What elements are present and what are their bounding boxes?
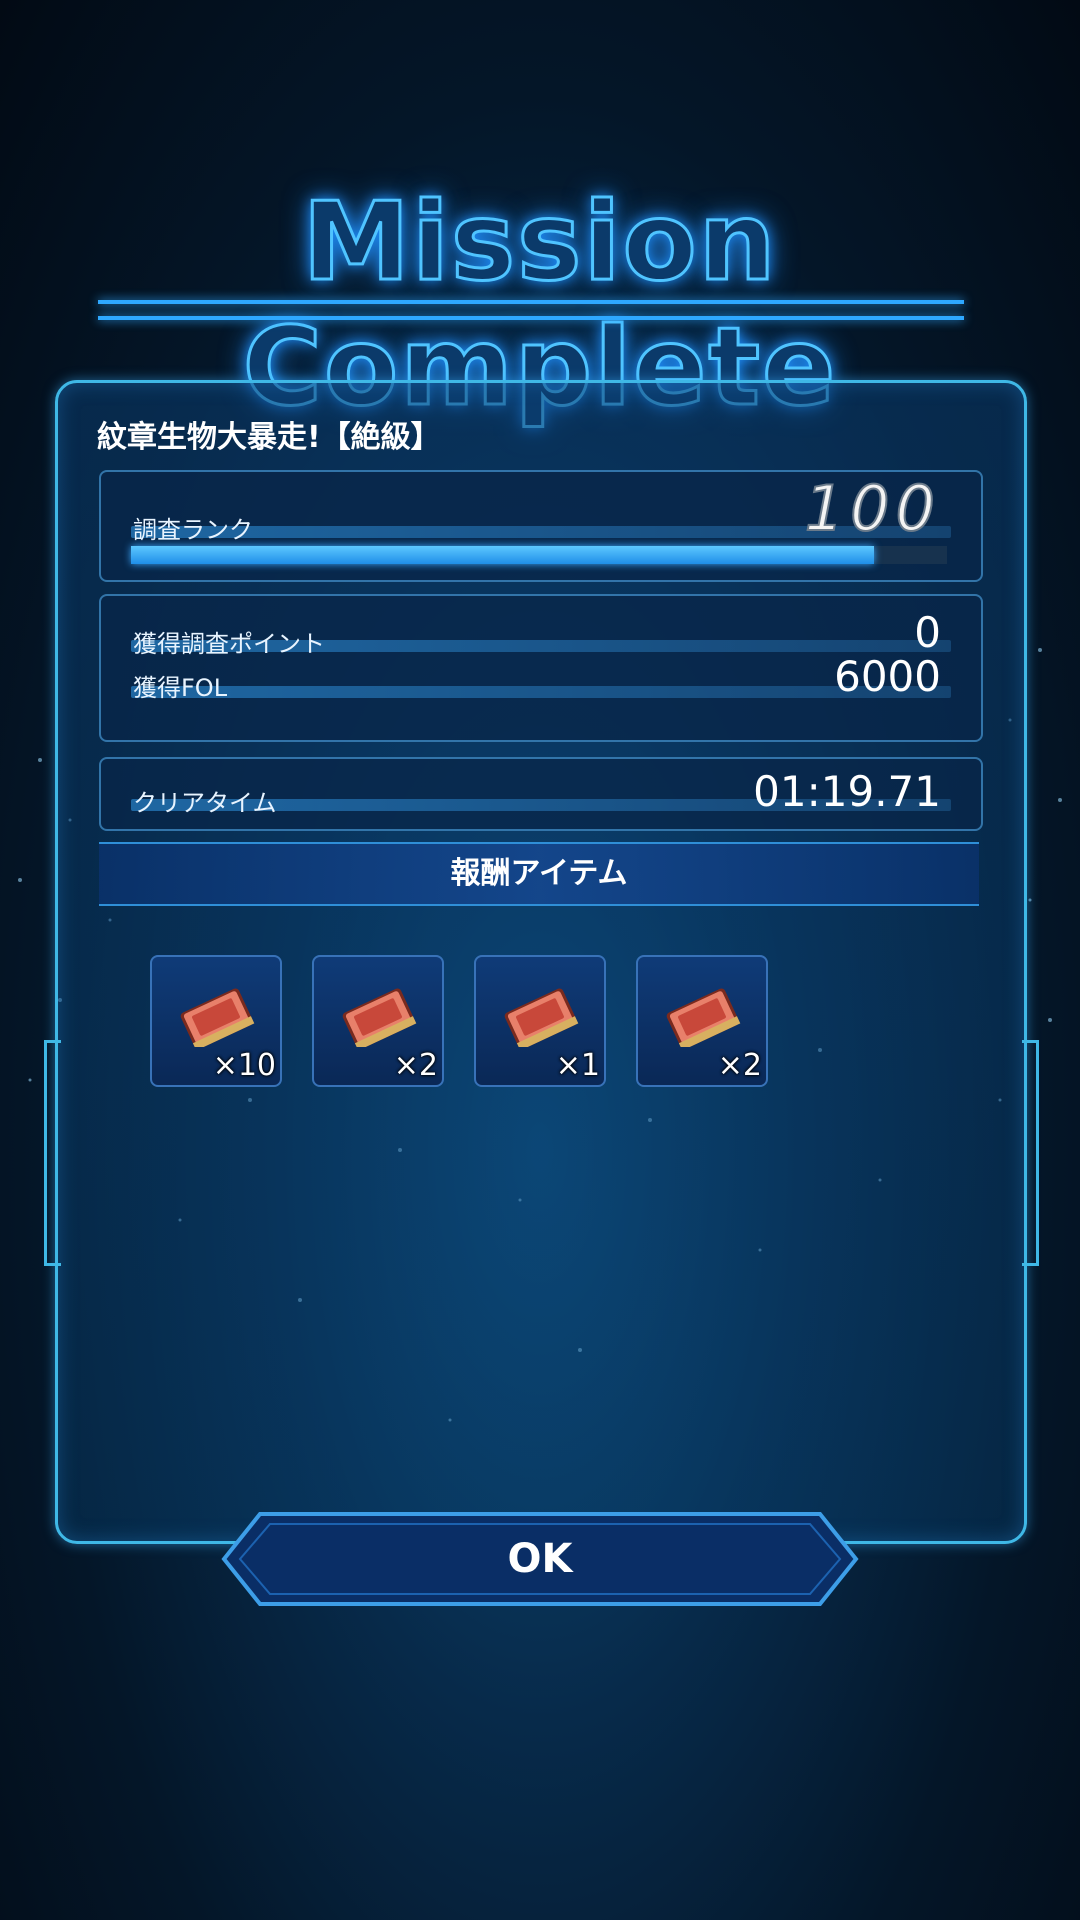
- fol-label: 獲得FOL: [133, 674, 228, 702]
- points-box: 獲得調査ポイント 0 獲得FOL 6000: [99, 594, 983, 742]
- title-divider-bottom: [98, 316, 964, 320]
- reward-item[interactable]: ×2: [312, 955, 444, 1087]
- fol-value: 6000: [834, 652, 941, 701]
- rank-progress-fill: [131, 546, 874, 564]
- clear-time-value: 01:19.71: [753, 767, 941, 816]
- reward-item[interactable]: ×1: [474, 955, 606, 1087]
- reward-item[interactable]: ×10: [150, 955, 282, 1087]
- mission-name: 紋章生物大暴走!【絶級】: [97, 420, 441, 455]
- research-points-label: 獲得調査ポイント: [133, 630, 325, 658]
- panel-left-notch: [44, 1040, 61, 1266]
- clear-time-box: クリアタイム 01:19.71: [99, 757, 983, 831]
- ticket-icon: [504, 988, 579, 1047]
- ok-button[interactable]: OK: [220, 1510, 860, 1608]
- item-quantity: ×2: [393, 1048, 438, 1083]
- item-quantity: ×1: [555, 1048, 600, 1083]
- rank-progress-track: [131, 546, 947, 564]
- item-quantity: ×10: [212, 1048, 276, 1083]
- rank-box: 調査ランク 100: [99, 470, 983, 582]
- rank-label: 調査ランク: [133, 516, 253, 544]
- panel-right-notch: [1022, 1040, 1039, 1266]
- reward-items-header: 報酬アイテム: [99, 842, 979, 906]
- research-points-value: 0: [914, 608, 941, 657]
- ticket-icon: [666, 988, 741, 1047]
- rank-value: 100: [804, 471, 941, 546]
- ok-button-label: OK: [507, 1536, 573, 1582]
- item-quantity: ×2: [717, 1048, 762, 1083]
- clear-time-label: クリアタイム: [133, 789, 277, 817]
- reward-item[interactable]: ×2: [636, 955, 768, 1087]
- ticket-icon: [342, 988, 417, 1047]
- ticket-icon: [180, 988, 255, 1047]
- title-divider-top: [98, 300, 964, 304]
